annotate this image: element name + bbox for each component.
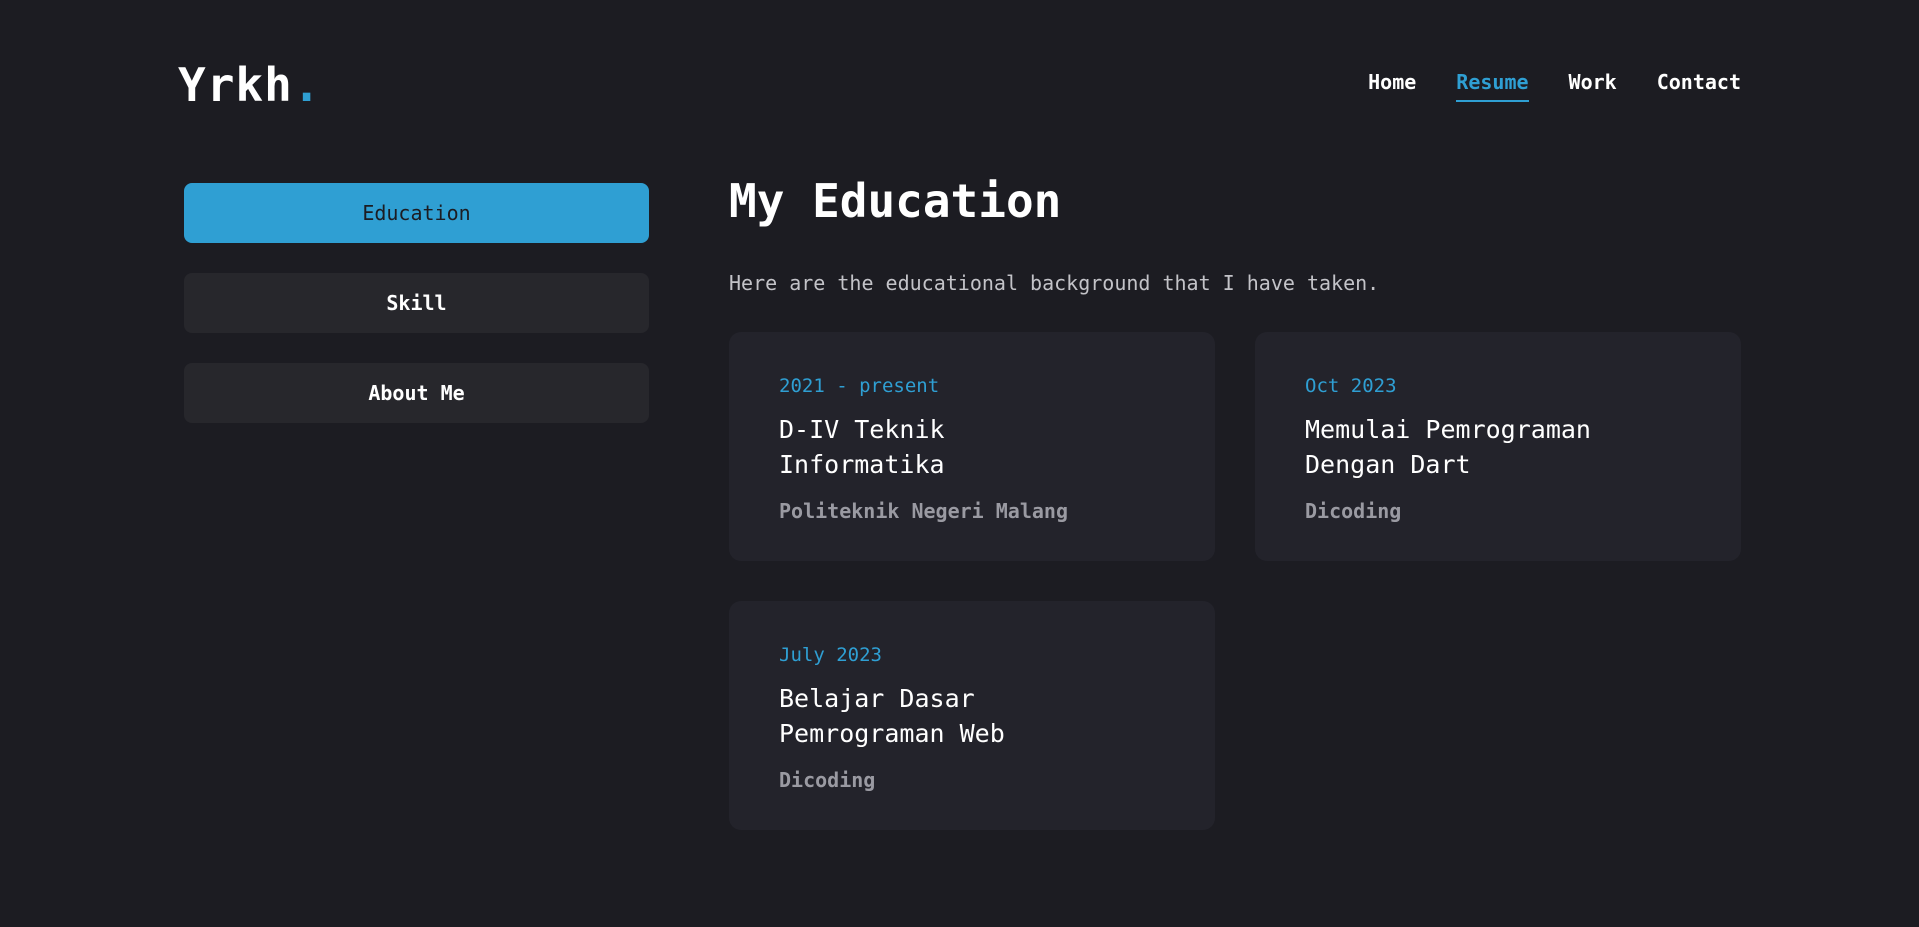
card-institution: Dicoding — [1305, 499, 1402, 523]
card-institution: Politeknik Negeri Malang — [779, 499, 1068, 523]
card-title: D-IV Teknik Informatika — [779, 415, 945, 479]
logo-dot: . — [292, 58, 322, 112]
card-date: July 2023 — [779, 644, 882, 666]
education-card: July 2023 Belajar Dasar Pemrograman Web … — [729, 601, 1215, 830]
education-section: My Education Here are the educational ba… — [729, 172, 1741, 830]
page-title: My Education — [729, 174, 1062, 228]
education-card: Oct 2023 Memulai Pemrograman Dengan Dart… — [1255, 332, 1741, 561]
main-nav: Home Resume Work Contact — [1368, 70, 1741, 102]
logo[interactable]: Yrkh. — [178, 58, 321, 112]
card-institution: Dicoding — [779, 768, 876, 792]
resume-tabs: Education Skill About Me — [184, 183, 649, 423]
education-card: 2021 - present D-IV Teknik Informatika P… — [729, 332, 1215, 561]
nav-resume[interactable]: Resume — [1456, 70, 1529, 102]
nav-home[interactable]: Home — [1368, 70, 1416, 102]
logo-text: Yrkh — [178, 58, 293, 112]
tab-education[interactable]: Education — [184, 183, 649, 243]
page-description: Here are the educational background that… — [729, 271, 1380, 295]
tab-about-me[interactable]: About Me — [184, 363, 649, 423]
nav-work[interactable]: Work — [1569, 70, 1617, 102]
tab-skill[interactable]: Skill — [184, 273, 649, 333]
card-date: Oct 2023 — [1305, 375, 1397, 397]
nav-contact[interactable]: Contact — [1657, 70, 1741, 102]
education-cards: 2021 - present D-IV Teknik Informatika P… — [729, 332, 1741, 830]
card-title: Belajar Dasar Pemrograman Web — [779, 684, 1005, 748]
card-date: 2021 - present — [779, 375, 940, 397]
card-title: Memulai Pemrograman Dengan Dart — [1305, 415, 1591, 479]
page: Yrkh. Home Resume Work Contact Education… — [0, 0, 1919, 927]
